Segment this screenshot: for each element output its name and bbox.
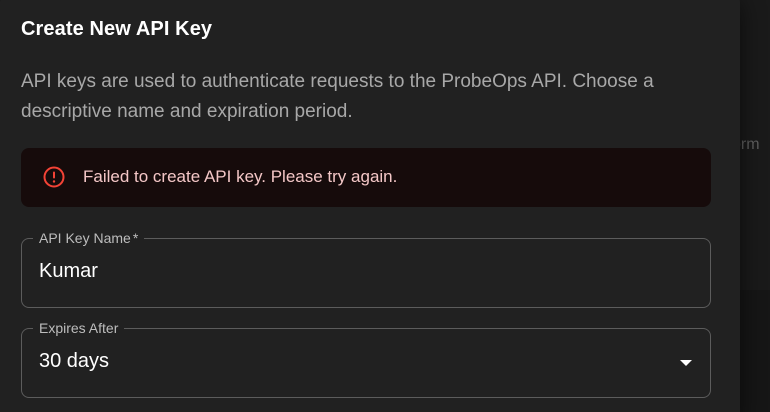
api-key-name-field[interactable]: API Key Name * Kumar <box>21 229 711 308</box>
chevron-down-icon[interactable] <box>680 360 692 366</box>
expires-after-value[interactable]: 30 days <box>39 350 109 373</box>
required-mark: * <box>132 230 139 246</box>
dialog-description: API keys are used to authenticate reques… <box>21 71 654 122</box>
expires-after-select[interactable]: Expires After 30 days <box>21 319 711 398</box>
error-alert: Failed to create API key. Please try aga… <box>21 148 711 207</box>
api-key-name-input[interactable]: Kumar <box>39 260 98 283</box>
create-api-key-dialog: Create New API Key API keys are used to … <box>0 0 740 412</box>
background-panel-lower <box>738 290 770 412</box>
error-message: Failed to create API key. Please try aga… <box>83 167 398 186</box>
expires-after-label: Expires After <box>33 319 125 337</box>
api-key-name-label: API Key Name * <box>33 229 145 247</box>
error-circle-icon <box>43 166 65 188</box>
background-text: orm <box>738 136 760 153</box>
dialog-title: Create New API Key <box>21 18 213 40</box>
